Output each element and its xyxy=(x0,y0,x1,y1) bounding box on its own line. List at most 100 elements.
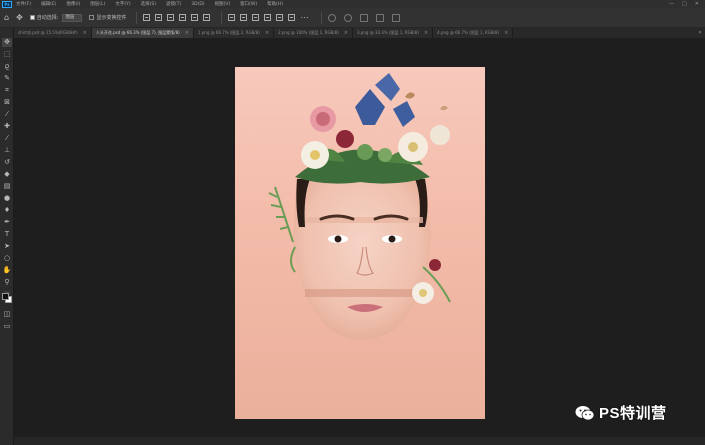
menu-help[interactable]: 帮助(H) xyxy=(267,1,283,7)
shape-tool-icon[interactable]: ○ xyxy=(2,254,12,263)
marquee-tool-icon[interactable]: ⬚ xyxy=(2,50,12,59)
doc-tab-title: 2.png @ 100% (图层 1, RGB/8) xyxy=(278,30,339,35)
doc-tab-title: 4.png @ 66.7% (图层 1, RGB/8) xyxy=(437,30,500,35)
distribute-vcenter-icon[interactable] xyxy=(240,14,248,21)
distribute-right-icon[interactable] xyxy=(288,14,296,21)
doc-tab-title: shirt衣.psd @ 15.5%(RGB/8#) xyxy=(18,30,78,35)
blur-tool-icon[interactable]: ● xyxy=(2,194,12,203)
scale-3d-icon[interactable] xyxy=(392,13,401,22)
foreground-color-swatch[interactable] xyxy=(2,293,9,300)
quick-mask-icon[interactable]: ◫ xyxy=(2,310,12,319)
watermark: PS特训营 xyxy=(575,402,667,423)
move-tool-preset-icon[interactable]: ✥ xyxy=(16,13,23,23)
roll-3d-icon[interactable] xyxy=(344,13,353,22)
dodge-tool-icon[interactable]: ♦ xyxy=(2,206,12,215)
maximize-button[interactable]: □ xyxy=(682,1,687,7)
zoom-tool-icon[interactable]: ⚲ xyxy=(2,278,12,287)
history-brush-tool-icon[interactable]: ↺ xyxy=(2,158,12,167)
pan-3d-icon[interactable] xyxy=(360,13,369,22)
show-transform-checkbox[interactable] xyxy=(89,15,95,20)
pen-tool-icon[interactable]: ✒ xyxy=(2,218,12,227)
doc-tab-title: 1.png @ 66.7% (图层 2, RGB/8) xyxy=(197,30,260,35)
options-divider xyxy=(136,11,138,24)
distribute-hcenter-icon[interactable] xyxy=(276,14,284,21)
align-hcenter-icon[interactable] xyxy=(191,14,199,21)
distribute-top-icon[interactable] xyxy=(228,14,236,21)
document-tab-bar: shirt衣.psd @ 15.5%(RGB/8#) × 人头开花.psd @ 6… xyxy=(14,28,705,38)
align-bottom-icon[interactable] xyxy=(167,14,175,21)
menu-3d[interactable]: 3D(D) xyxy=(191,2,204,7)
close-tab-icon[interactable]: × xyxy=(504,30,508,36)
align-right-icon[interactable] xyxy=(203,14,211,21)
frame-tool-icon[interactable]: ⊠ xyxy=(2,98,12,107)
flower-crown-illustration xyxy=(295,73,450,184)
close-button[interactable]: ✕ xyxy=(695,1,699,7)
menu-edit[interactable]: 编辑(E) xyxy=(41,1,56,7)
options-divider xyxy=(221,11,223,24)
options-divider xyxy=(321,11,323,24)
show-transform-label: 显示变换控件 xyxy=(96,15,127,21)
close-tab-icon[interactable]: × xyxy=(344,30,348,36)
brush-tool-icon[interactable]: ⁄ xyxy=(2,134,12,143)
status-bar xyxy=(14,437,705,445)
more-options-icon[interactable]: ⋯ xyxy=(300,13,308,23)
slide-3d-icon[interactable] xyxy=(376,13,385,22)
doc-tab-active[interactable]: 人头开花.psd @ 66.3% (图层 7), 图层蒙版/8) × xyxy=(91,28,194,38)
hand-tool-icon[interactable]: ✋ xyxy=(2,266,12,275)
auto-select-label: 自动选择: xyxy=(36,15,59,21)
screen-mode-icon[interactable]: ▭ xyxy=(2,322,12,331)
crop-tool-icon[interactable]: ⌗ xyxy=(2,86,12,95)
doc-tab-title: 3.png @ 33.3% (图层 1, RGB/8) xyxy=(356,30,419,35)
doc-tab-title: 人头开花.psd @ 66.3% (图层 7), 图层蒙版/8) xyxy=(95,30,180,35)
align-top-icon[interactable] xyxy=(143,14,151,21)
eraser-tool-icon[interactable]: ◆ xyxy=(2,170,12,179)
align-left-icon[interactable] xyxy=(179,14,187,21)
face-illustration xyxy=(293,164,431,340)
menu-window[interactable]: 窗口(W) xyxy=(240,1,257,7)
distribute-bottom-icon[interactable] xyxy=(252,14,260,21)
auto-select-dropdown[interactable]: 图层 xyxy=(62,13,83,22)
close-tab-icon[interactable]: × xyxy=(265,30,269,36)
close-tab-icon[interactable]: × xyxy=(185,30,189,36)
move-tool-icon[interactable]: ✥ xyxy=(2,38,12,47)
doc-tab[interactable]: 3.png @ 33.3% (图层 1, RGB/8) × xyxy=(352,28,434,38)
menu-layer[interactable]: 图层(L) xyxy=(90,1,105,7)
menu-type[interactable]: 文字(Y) xyxy=(115,1,130,7)
photoshop-logo: Ps xyxy=(2,0,12,8)
orbit-3d-icon[interactable] xyxy=(328,13,337,22)
close-tab-icon[interactable]: × xyxy=(424,30,428,36)
path-select-tool-icon[interactable]: ➤ xyxy=(2,242,12,251)
tab-overflow-icon[interactable]: » xyxy=(695,28,705,38)
menu-image[interactable]: 图像(I) xyxy=(66,1,80,7)
tools-panel: ✥ ⬚ ϱ ✎ ⌗ ⊠ ⁄ ✚ ⁄ ⊥ ↺ ◆ ▤ ● ♦ ✒ T ➤ ○ ✋ … xyxy=(0,28,14,445)
menu-view[interactable]: 视图(V) xyxy=(215,1,231,7)
home-icon[interactable]: ⌂ xyxy=(4,13,9,23)
doc-tab[interactable]: 1.png @ 66.7% (图层 2, RGB/8) × xyxy=(193,28,275,38)
minimize-button[interactable]: — xyxy=(669,1,674,7)
healing-brush-tool-icon[interactable]: ✚ xyxy=(2,122,12,131)
menu-bar: Ps 文件(F) 编辑(E) 图像(I) 图层(L) 文字(Y) 选择(S) 滤… xyxy=(0,0,705,8)
doc-tab[interactable]: shirt衣.psd @ 15.5%(RGB/8#) × xyxy=(14,28,92,38)
type-tool-icon[interactable]: T xyxy=(2,230,12,239)
eyedropper-tool-icon[interactable]: ⁄ xyxy=(2,110,12,119)
menu-select[interactable]: 选择(S) xyxy=(141,1,156,7)
artwork xyxy=(268,73,451,340)
auto-select-checkbox[interactable] xyxy=(29,15,35,20)
align-vcenter-icon[interactable] xyxy=(155,14,163,21)
gradient-tool-icon[interactable]: ▤ xyxy=(2,182,12,191)
window-controls: — □ ✕ xyxy=(669,1,699,7)
clone-stamp-tool-icon[interactable]: ⊥ xyxy=(2,146,12,155)
doc-tab[interactable]: 2.png @ 100% (图层 1, RGB/8) × xyxy=(274,28,353,38)
watermark-text: PS特训营 xyxy=(599,405,667,422)
menu-filter[interactable]: 滤镜(T) xyxy=(166,1,181,7)
quick-select-tool-icon[interactable]: ✎ xyxy=(2,74,12,83)
lasso-tool-icon[interactable]: ϱ xyxy=(2,62,12,71)
document-workspace xyxy=(14,38,705,445)
document-canvas[interactable] xyxy=(235,67,485,419)
wechat-icon xyxy=(575,405,595,420)
close-tab-icon[interactable]: × xyxy=(83,30,87,36)
doc-tab[interactable]: 4.png @ 66.7% (图层 1, RGB/8) × xyxy=(433,28,514,38)
distribute-left-icon[interactable] xyxy=(264,14,272,21)
menu-file[interactable]: 文件(F) xyxy=(16,1,31,7)
options-bar: ⌂ ✥ 自动选择: 图层 显示变换控件 ⋯ xyxy=(0,8,705,28)
